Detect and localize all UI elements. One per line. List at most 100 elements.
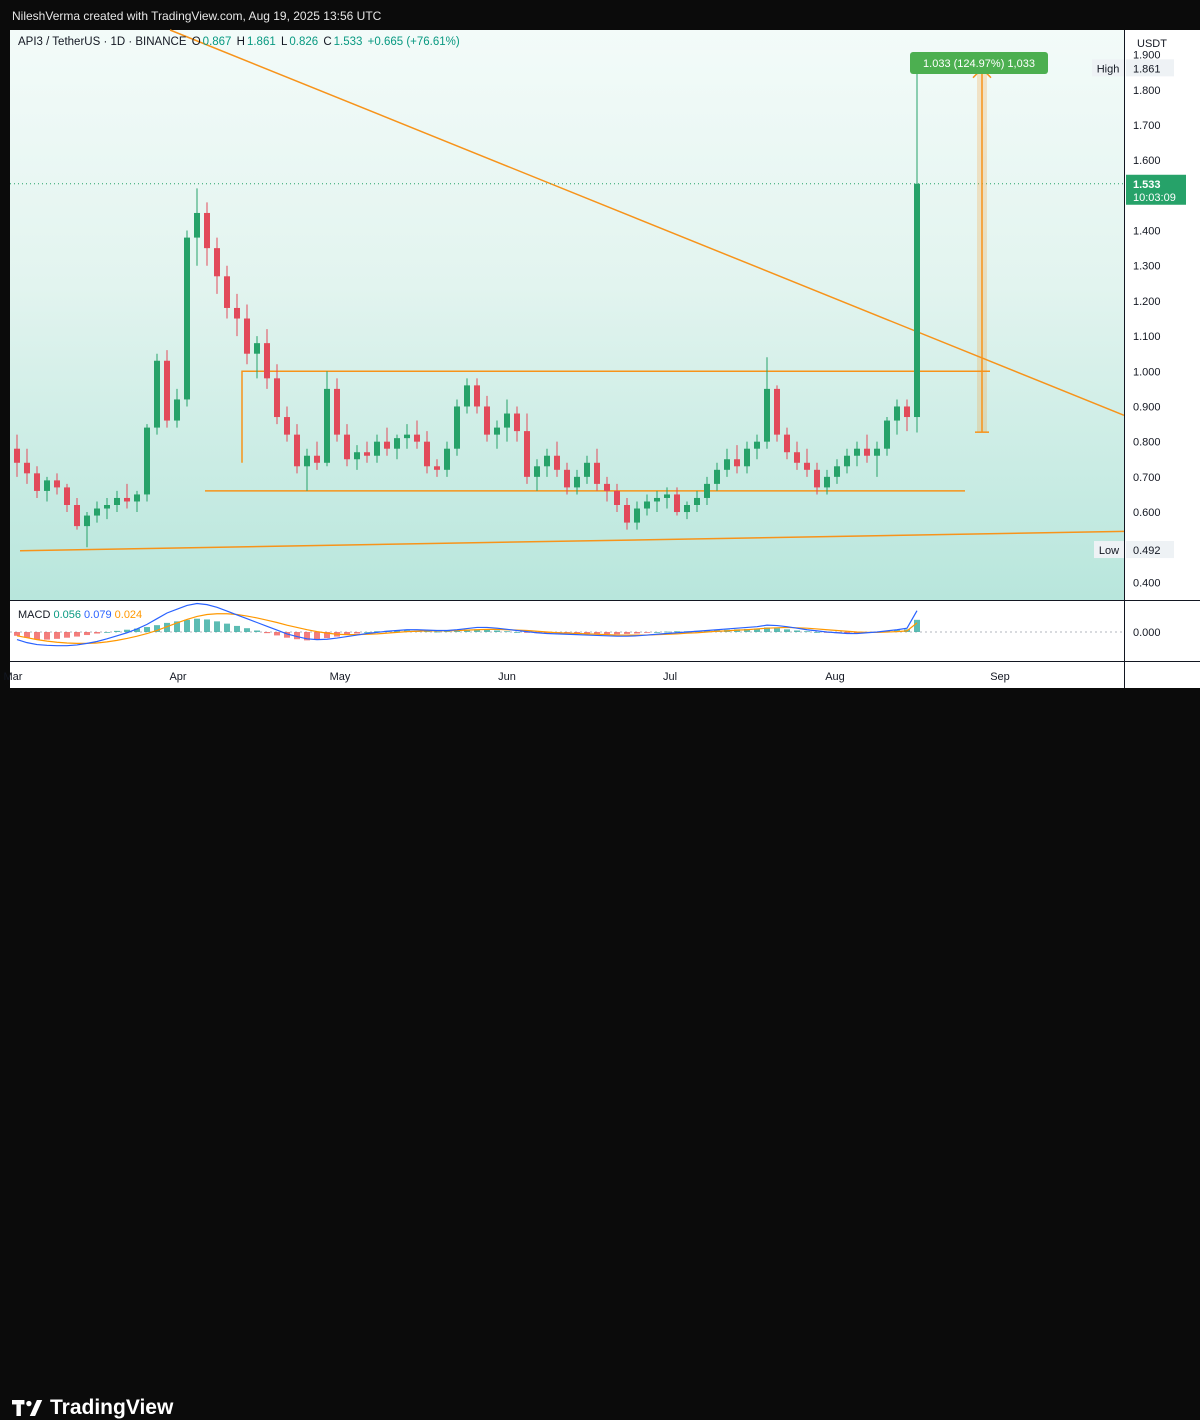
- candle-body: [614, 490, 620, 505]
- macd-histogram-bar: [144, 627, 150, 632]
- candle-body: [634, 508, 640, 523]
- candle-body: [784, 434, 790, 453]
- candle-body: [394, 438, 400, 449]
- macd-histogram-bar: [254, 630, 260, 632]
- macd-histogram-bar: [194, 618, 200, 632]
- candle-body: [244, 318, 250, 354]
- candle-body: [284, 417, 290, 435]
- macd-histogram-bar: [354, 632, 360, 634]
- price-tick-label: 0.700: [1133, 472, 1161, 484]
- candle-body: [414, 434, 420, 442]
- candle-body: [574, 476, 580, 488]
- macd-histogram-bar: [804, 631, 810, 633]
- candle-body: [664, 494, 670, 498]
- macd-histogram-bar: [604, 632, 610, 635]
- macd-histogram-bar: [64, 632, 70, 638]
- brand-name: TradingView: [50, 1396, 174, 1419]
- price-tick-label: 1.300: [1133, 261, 1161, 273]
- footer-bar: TradingView: [0, 688, 1200, 1419]
- time-tick-label: Apr: [169, 671, 186, 683]
- candle-body: [914, 183, 920, 418]
- candle-body: [204, 212, 210, 249]
- candle-body: [224, 276, 230, 308]
- candle-body: [804, 462, 810, 470]
- candle-body: [744, 448, 750, 467]
- candle-body: [534, 466, 540, 477]
- macd-histogram-bar: [74, 632, 80, 637]
- tradingview-logo-icon: [12, 1400, 43, 1416]
- candle-body: [344, 434, 350, 460]
- macd-histogram-bar: [234, 625, 240, 632]
- candle-body: [564, 469, 570, 488]
- support-trendline: [19, 530, 1125, 552]
- measure-label: 1.033 (124.97%) 1,033: [923, 58, 1035, 70]
- macd-histogram-bar: [184, 619, 190, 632]
- close-label: C: [323, 36, 332, 48]
- candle-body: [894, 406, 900, 421]
- candle-body: [904, 406, 910, 418]
- candle-body: [484, 406, 490, 435]
- candle-body: [74, 505, 80, 527]
- currency-label[interactable]: USDT: [1137, 38, 1167, 50]
- candle-body: [694, 497, 700, 505]
- candle-body: [684, 505, 690, 513]
- macd-histogram-bar: [224, 623, 230, 632]
- candle-body: [234, 307, 240, 319]
- macd-histogram-bar: [264, 632, 270, 634]
- price-tick-label: 1.200: [1133, 296, 1161, 308]
- chart-canvas: 0.4000.5000.6000.7000.8000.9001.0001.100…: [4, 29, 1200, 688]
- candle-body: [874, 448, 880, 456]
- candle-body: [814, 469, 820, 488]
- price-tick-label: 0.400: [1133, 577, 1161, 589]
- macd-histogram-bar: [814, 632, 820, 633]
- ticker-legend: API3 / TetherUS · 1D · BINANCE O 0.867 H1…: [18, 36, 462, 48]
- open-label: O: [191, 36, 201, 48]
- tradingview-logo[interactable]: TradingView: [12, 1396, 173, 1420]
- candle-body: [734, 459, 740, 467]
- macd-value-3: 0.024: [114, 609, 143, 621]
- candle-body: [44, 480, 50, 491]
- macd-value-2: 0.079: [84, 609, 112, 621]
- ticker-symbol: API3 / TetherUS · 1D · BINANCE: [18, 36, 187, 48]
- low-value: 0.826: [289, 36, 319, 48]
- candle-body: [554, 455, 560, 470]
- candle-body: [364, 452, 370, 456]
- candle-body: [114, 497, 120, 505]
- price-tick-label: 1.800: [1133, 85, 1161, 97]
- macd-histogram-bar: [54, 632, 60, 639]
- candle-body: [654, 497, 660, 502]
- candle-body: [824, 476, 830, 488]
- macd-histogram-bar: [664, 631, 670, 633]
- price-tick-label: 1.100: [1133, 331, 1161, 343]
- macd-histogram-bar: [214, 621, 220, 632]
- candle-body: [864, 448, 870, 456]
- macd-histogram-bar: [434, 631, 440, 633]
- candle-body: [294, 434, 300, 467]
- candle-body: [14, 448, 20, 463]
- candle-body: [854, 448, 860, 456]
- price-tick-label: 1.600: [1133, 155, 1161, 167]
- macd-histogram-bar: [314, 632, 320, 640]
- candle-body: [474, 385, 480, 407]
- macd-histogram-bar: [624, 632, 630, 634]
- candle-body: [134, 494, 140, 502]
- candle-body: [174, 399, 180, 421]
- candle-body: [584, 462, 590, 477]
- high-tag-value: 1.861: [1133, 63, 1161, 75]
- high-label: H: [236, 36, 245, 48]
- candle-body: [544, 455, 550, 467]
- high-value: 1.861: [246, 36, 276, 48]
- candle-body: [524, 431, 530, 477]
- macd-histogram-bar: [794, 630, 800, 632]
- chart-window: NileshVerma created with TradingView.com…: [0, 0, 1200, 1419]
- macd-histogram-bar: [634, 632, 640, 634]
- macd-histogram-bar: [654, 632, 660, 633]
- candle-body: [144, 427, 150, 495]
- time-tick-label: Aug: [825, 671, 845, 683]
- candle-body: [454, 406, 460, 449]
- price-tick-label: 0.600: [1133, 507, 1161, 519]
- macd-axis-value: 0.000: [1133, 627, 1161, 639]
- candle-body: [184, 237, 190, 400]
- candle-body: [644, 501, 650, 509]
- price-tick-label: 1.700: [1133, 120, 1161, 132]
